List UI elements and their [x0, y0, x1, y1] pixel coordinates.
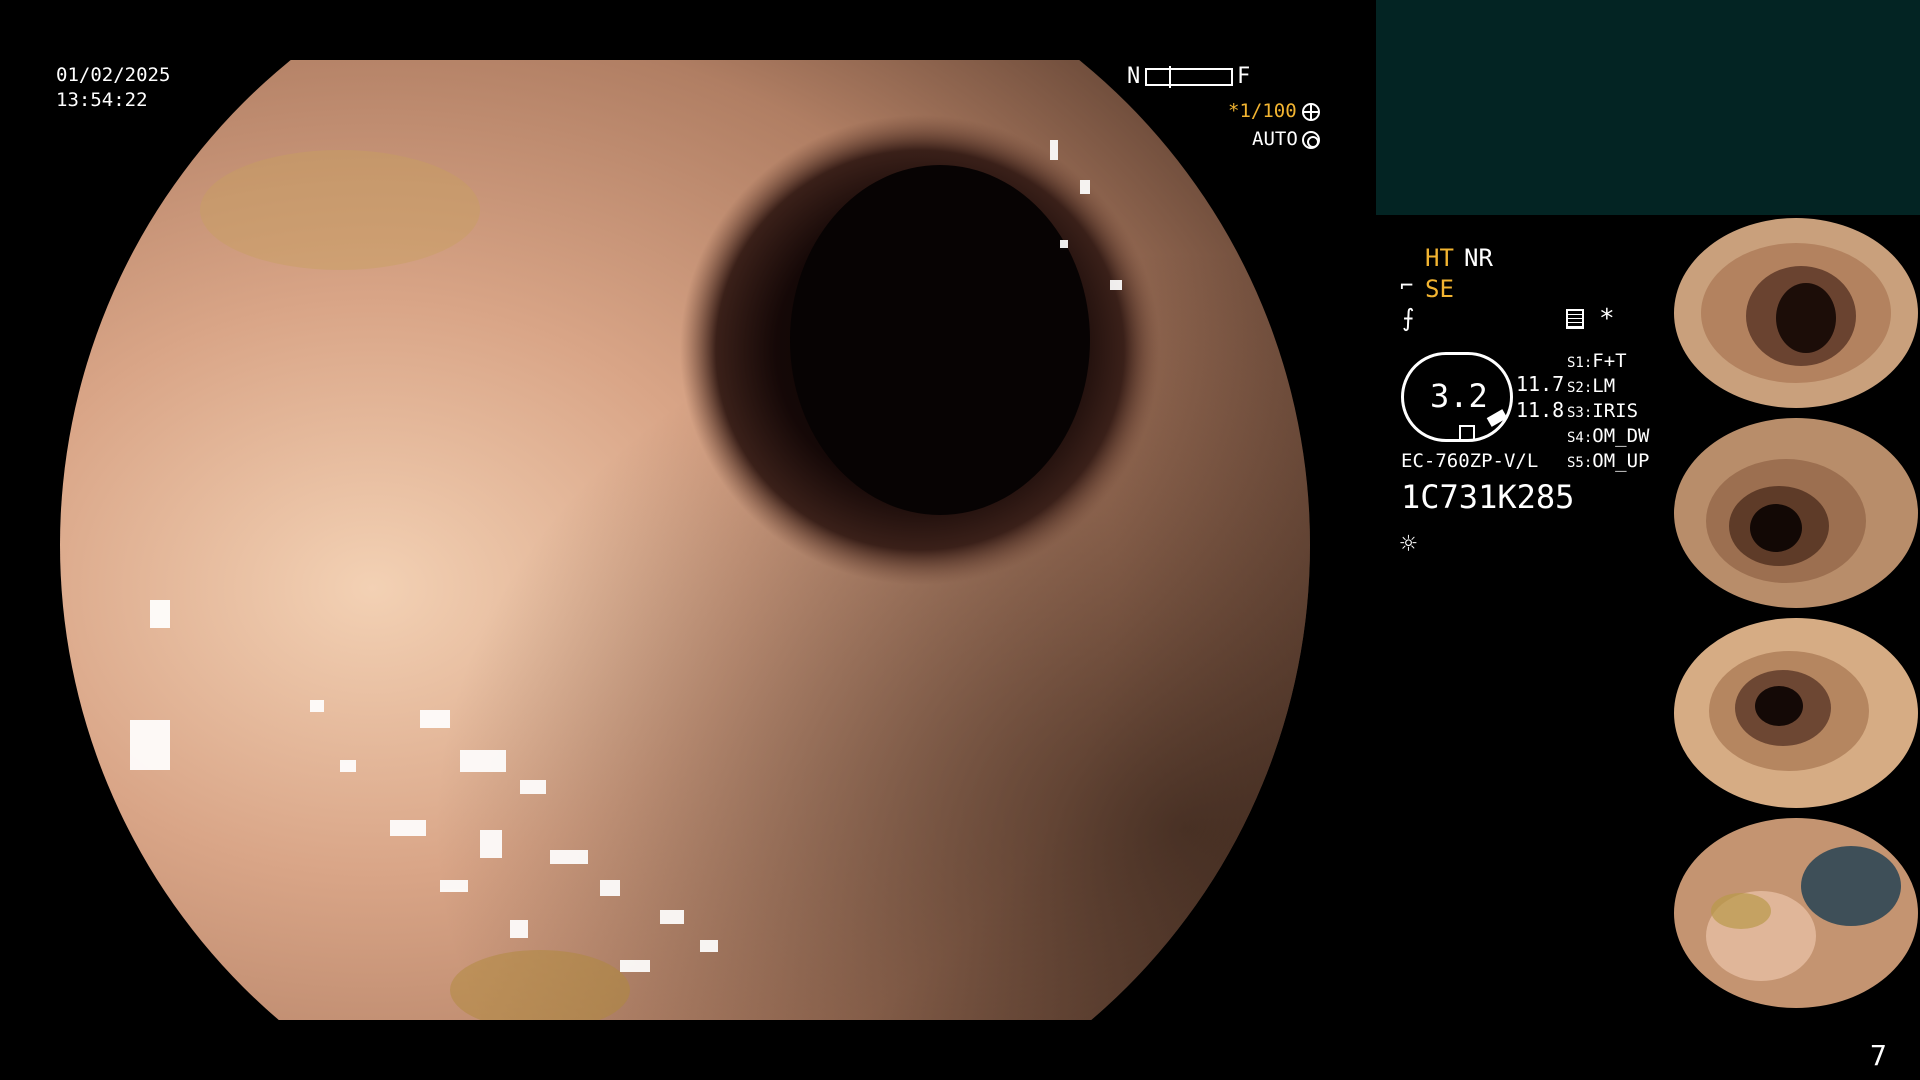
thumbnail-1[interactable]: [1671, 216, 1920, 410]
se-mode-icon: ⌐: [1400, 274, 1414, 299]
readout-2: 11.8: [1516, 398, 1565, 422]
switch-row-s5: S5:OM_UP: [1567, 450, 1650, 472]
time-label: 13:54:22: [56, 89, 148, 111]
snapshot-star: *: [1599, 304, 1615, 334]
ht-mode-label: HT: [1425, 244, 1454, 272]
focus-far-label: F: [1237, 64, 1251, 89]
thumbnail-2[interactable]: [1671, 416, 1920, 610]
iris-icon: [1302, 131, 1320, 149]
endoscope-main-view: [60, 60, 1310, 1020]
switch-row-s1: S1:F+T: [1567, 350, 1627, 372]
thumbnail-3[interactable]: [1671, 616, 1920, 810]
focus-bar-icon: [1145, 66, 1233, 88]
freeze-icon: ⨍: [1402, 304, 1415, 332]
teal-display-panel: [1376, 0, 1920, 215]
switch-value: F+T: [1592, 350, 1627, 372]
switch-key: S2: [1567, 380, 1584, 396]
scope-model-label: EC-760ZP-V/L: [1401, 450, 1539, 472]
shutter-asterisk: *: [1228, 100, 1240, 122]
se-mode-label: SE: [1425, 275, 1454, 303]
switch-row-s2: S2:LM: [1567, 375, 1616, 397]
switch-row-s4: S4:OM_DW: [1567, 425, 1650, 447]
scope-serial-label: 1C731K285: [1401, 478, 1575, 516]
focus-near-label: N: [1127, 64, 1141, 89]
shutter-wheel-icon: [1302, 103, 1320, 121]
switch-value: OM_UP: [1592, 450, 1650, 472]
shutter-readout: *1/100: [1228, 102, 1297, 121]
record-icon: [1566, 309, 1584, 329]
switch-value: IRIS: [1592, 400, 1639, 422]
light-source-icon: ☼: [1400, 527, 1417, 560]
readout-1: 11.7: [1516, 372, 1565, 396]
date-label: 01/02/2025: [56, 64, 171, 86]
shutter-speed: 1/100: [1239, 100, 1297, 122]
switch-key: S5: [1567, 455, 1584, 471]
magnification-value: 3.2: [1430, 377, 1488, 415]
thumbnail-4[interactable]: [1671, 816, 1920, 1010]
switch-row-s3: S3:IRIS: [1567, 400, 1639, 422]
focus-indicator: N: [1127, 66, 1140, 88]
switch-value: OM_DW: [1592, 425, 1650, 447]
switch-key: S4: [1567, 430, 1584, 446]
switch-key: S3: [1567, 405, 1584, 421]
tissue-image: [60, 60, 1310, 1020]
iris-mode-label: AUTO: [1252, 128, 1298, 150]
magnification-badge: 3.2: [1401, 352, 1513, 442]
switch-value: LM: [1592, 375, 1616, 397]
switch-key: S1: [1567, 355, 1584, 371]
page-number: 7: [1870, 1039, 1887, 1072]
nr-mode-label: NR: [1464, 244, 1493, 272]
